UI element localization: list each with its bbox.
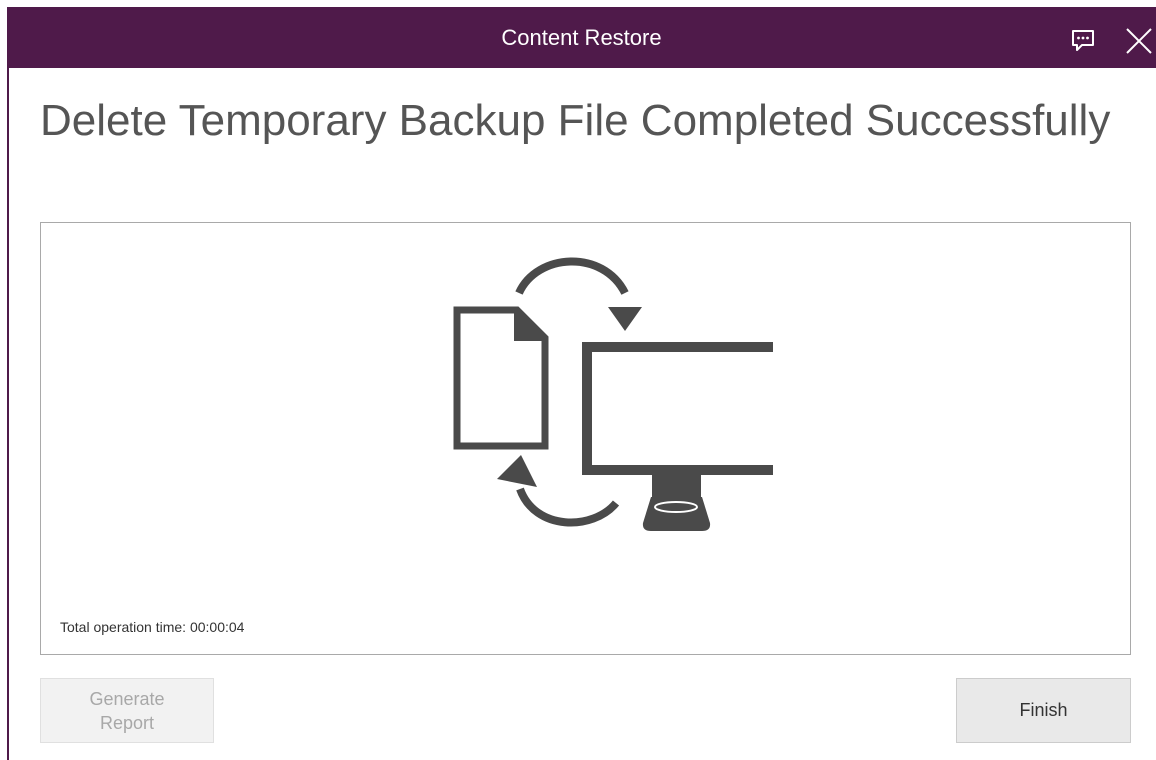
result-panel: Total operation time: 00:00:04 [40, 222, 1131, 655]
finish-button[interactable]: Finish [956, 678, 1131, 743]
content-restore-window: Content Restore Delete Temporary Backup … [0, 0, 1156, 760]
close-button[interactable] [1119, 21, 1156, 61]
feedback-icon [1072, 30, 1094, 51]
close-icon [1126, 28, 1152, 54]
restore-illustration-icon [453, 257, 773, 531]
operation-time-label: Total operation time: 00:00:04 [60, 619, 245, 635]
feedback-button[interactable] [1065, 23, 1101, 59]
title-bar: Content Restore [7, 7, 1156, 68]
window-border [7, 68, 9, 760]
page-title: Delete Temporary Backup File Completed S… [40, 96, 1111, 145]
generate-report-button[interactable]: Generate Report [40, 678, 214, 743]
window-title: Content Restore [501, 25, 662, 50]
